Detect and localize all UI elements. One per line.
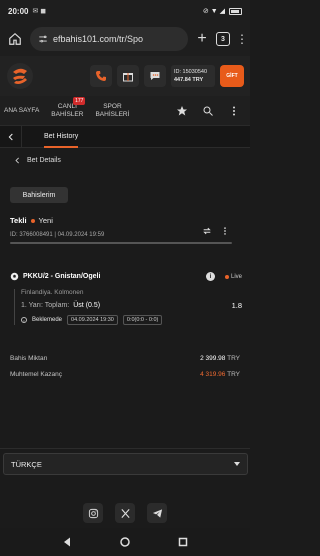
my-bets-tab[interactable]: Bahislerim [10,187,68,203]
url-text: efbahis101.com/tr/Spo [53,34,144,44]
phone-icon[interactable] [90,65,112,87]
tab-count-button[interactable]: 3 [216,32,230,46]
stake-value: 2 399.98 [200,354,226,362]
new-tab-icon[interactable]: + [194,30,210,48]
status-bar: 20:00 ✉ ◼ ⊘ ▼ ◢ [0,0,250,22]
language-select[interactable]: TÜRKÇE [3,453,248,475]
url-field[interactable]: efbahis101.com/tr/Spo [30,27,188,51]
chevron-left-icon [8,133,13,140]
more-options-icon[interactable] [220,226,230,236]
selection-name: Üst (0.5) [73,302,101,309]
site-settings-icon[interactable] [38,34,48,44]
odds-value: 1.8 [231,301,242,310]
home-icon[interactable] [6,30,24,48]
search-icon[interactable] [202,105,214,117]
status-dot [30,218,35,223]
score-chip: 0:0(0:0 - 0:0) [122,315,163,325]
nav-sport-bets[interactable]: SPOR BAHİSLERİ [89,103,135,119]
back-nav-icon[interactable] [61,536,73,548]
chevron-left-icon [15,157,19,164]
account-box[interactable]: ID: 15030540 447.84 TRY [171,65,215,87]
potential-win-label: Muhtemel Kazanç [10,370,63,378]
info-icon[interactable]: i [205,272,215,281]
event-name: PKKU/2 - Gnistan/Ogeli [23,273,101,280]
favorites-star-icon[interactable] [176,105,188,117]
notification-icons: ✉ ◼ [32,8,47,15]
bet-status: Yeni [38,216,53,225]
sub-header: Bet History [0,125,250,148]
pending-status-icon: • [21,317,27,323]
back-button[interactable] [0,125,22,148]
live-dot-icon [224,274,229,279]
nav-live-bets[interactable]: 177 CANLI BAHİSLER [45,96,89,119]
recents-nav-icon[interactable] [177,536,189,548]
live-indicator: Live [224,274,242,280]
chevron-down-icon [234,462,240,466]
account-id: ID: 15030540 [174,69,208,75]
event-block: PKKU/2 - Gnistan/Ogeli i Live Finlandiya… [10,272,242,325]
bet-progress-line [10,242,232,244]
status-time: 20:00 [8,6,29,16]
bet-details-title: Bet Details [27,157,61,164]
league-name: Finlandiya. Kolmonen [21,289,84,296]
promo-button[interactable]: GİFT [220,65,244,87]
browser-menu-icon[interactable]: ⋮ [236,32,248,46]
event-time-chip: 04.09.2024 19:30 [67,315,118,325]
football-icon [10,272,19,281]
language-value: TÜRKÇE [11,459,42,469]
stake-label: Bahis Miktarı [10,354,48,362]
site-logo[interactable] [6,62,34,90]
more-menu-icon[interactable] [228,105,240,117]
market-name: 1. Yarı: Toplam: [21,302,70,309]
bet-totals: Bahis Miktarı 2 399.98 TRY Muhtemel Kaza… [10,350,240,382]
live-count-badge: 177 [73,96,86,105]
signal-icons: ⊘ ▼ ◢ [202,8,225,15]
nav-home[interactable]: ANA SAYFA [0,107,45,115]
footer-divider [0,448,250,449]
home-nav-icon[interactable] [119,536,131,548]
tab-bet-history[interactable]: Bet History [44,126,79,148]
potential-win-currency: TRY [227,370,240,378]
instagram-icon[interactable] [83,503,103,523]
bet-type: Tekli [10,216,27,225]
gift-icon[interactable] [117,65,139,87]
selection-status: Beklemede [32,317,63,323]
main-nav: ANA SAYFA 177 CANLI BAHİSLER SPOR BAHİSL… [0,96,250,126]
account-balance: 447.84 TRY [174,77,204,83]
battery-icon [229,7,242,15]
chat-icon[interactable] [144,65,166,87]
stake-currency: TRY [227,354,240,362]
site-header: ID: 15030540 447.84 TRY GİFT [0,56,250,96]
browser-toolbar: efbahis101.com/tr/Spo + 3 ⋮ [0,22,250,56]
potential-win-value: 4 319.96 [200,370,226,378]
social-links [0,503,250,523]
repeat-icon[interactable] [202,226,212,236]
bet-details-header[interactable]: Bet Details [14,157,61,164]
x-twitter-icon[interactable] [115,503,135,523]
bet-card: Tekli Yeni ID: 3766008491 | 04.09.2024 1… [10,216,240,244]
system-nav-bar [0,528,250,556]
telegram-icon[interactable] [147,503,167,523]
